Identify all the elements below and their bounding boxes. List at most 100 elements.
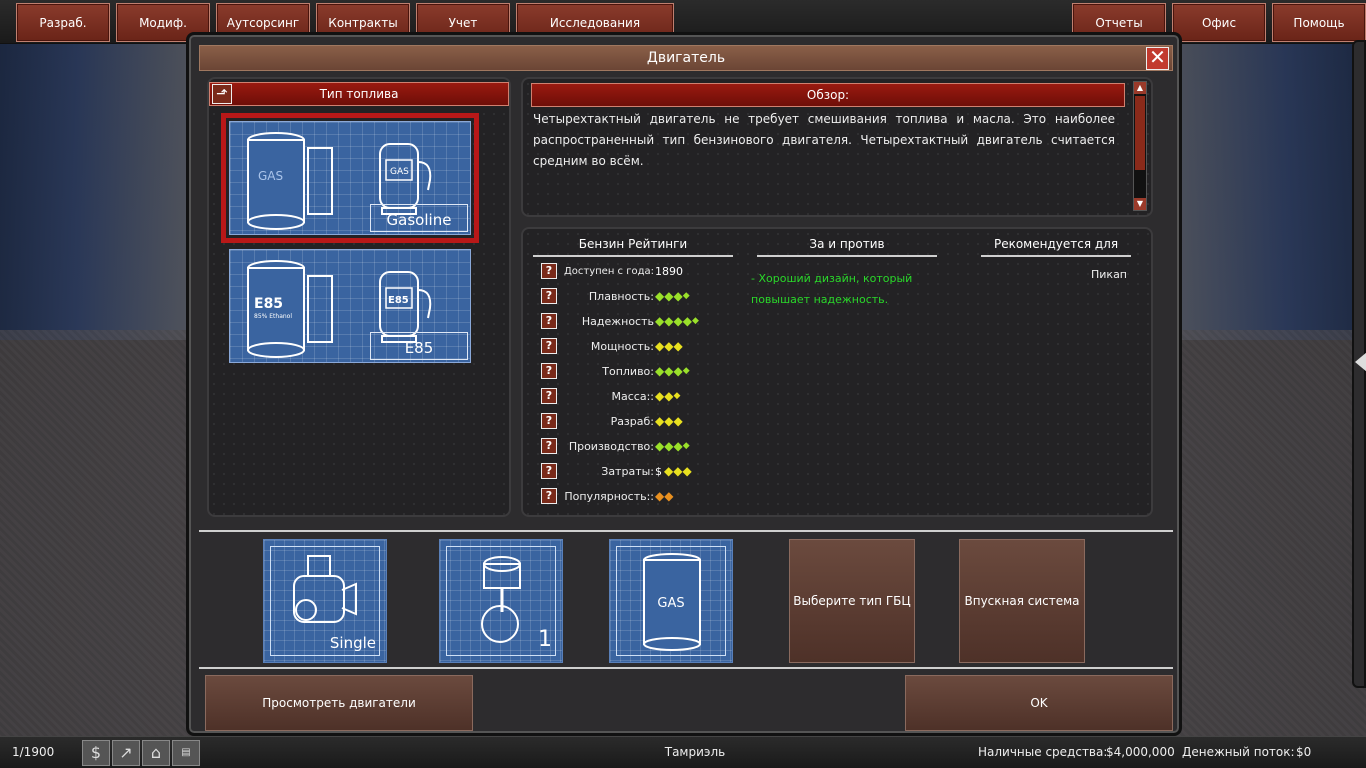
rating-value: $ ◆ ◆ ◆	[655, 464, 692, 478]
rating-label: Надежность	[581, 314, 654, 328]
help-question-icon[interactable]: ?	[541, 413, 557, 429]
bank-icon[interactable]: ⌂	[142, 740, 170, 766]
pros-cons-header: За и против	[757, 237, 937, 257]
ok-button[interactable]: OK	[905, 675, 1173, 731]
divider	[199, 530, 1173, 532]
star-icon: ◆	[664, 289, 673, 303]
rating-label: Доступен с года:	[563, 265, 654, 277]
rating-value: ◆ ◆ ◆ ◆	[655, 289, 690, 303]
half-star-icon: ◆	[682, 366, 690, 376]
cost-prefix: $	[655, 464, 662, 478]
svg-text:E85: E85	[254, 296, 283, 312]
cylinders-button[interactable]: 1	[439, 539, 563, 663]
rating-row: ? Масса:: ◆ ◆ ◆	[541, 386, 741, 406]
star-icon: ◆	[655, 339, 664, 353]
cashflow-label: Денежный поток:	[1182, 745, 1295, 759]
svg-text:GAS: GAS	[390, 167, 409, 177]
rating-value: ◆ ◆ ◆ ◆	[655, 364, 690, 378]
cylinders-label: 1	[538, 627, 552, 652]
location-name: Тамриэль	[664, 745, 726, 759]
fuel-option-e85[interactable]: E85 85% Ethanol E85 E85	[229, 249, 471, 363]
scroll-down-icon[interactable]: ▼	[1134, 198, 1146, 210]
help-question-icon[interactable]: ?	[541, 463, 557, 479]
game-date: 1/1900	[12, 745, 55, 759]
star-icon: ◆	[655, 289, 664, 303]
cash-label: Наличные средства:	[978, 745, 1108, 759]
help-question-icon[interactable]: ?	[541, 488, 557, 504]
star-icon: ◆	[664, 489, 673, 503]
star-icon: ◆	[673, 289, 682, 303]
rating-value: ◆ ◆	[655, 489, 674, 503]
fuel-option-label: Gasoline	[370, 204, 468, 232]
star-icon: ◆	[682, 314, 692, 328]
star-icon: ◆	[655, 414, 664, 428]
help-question-icon[interactable]: ?	[541, 363, 557, 379]
engine-layout-button[interactable]: Single	[263, 539, 387, 663]
status-bar: 1/1900 $ ↗ ⌂ ▤ Тамриэль Наличные средств…	[0, 736, 1366, 768]
star-icon: ◆	[655, 364, 664, 378]
engine-window: Двигатель ✕ ⬏ Тип топлива GAS GAS Gasoli…	[186, 32, 1182, 736]
rating-label: Производство:	[568, 439, 654, 453]
star-icon: ◆	[673, 364, 682, 378]
rating-value: ◆ ◆ ◆ ◆	[655, 439, 690, 453]
rating-value: ◆ ◆ ◆	[655, 389, 680, 403]
half-star-icon: ◆	[682, 441, 690, 451]
star-icon: ◆	[664, 389, 673, 403]
star-icon: ◆	[664, 464, 673, 478]
rating-label: Мощность:	[590, 339, 654, 353]
star-icon: ◆	[655, 314, 664, 328]
bill-icon[interactable]: ▤	[172, 740, 200, 766]
help-question-icon[interactable]: ?	[541, 263, 557, 279]
help-question-icon[interactable]: ?	[541, 438, 557, 454]
overview-scrollbar[interactable]: ▲ ▼	[1133, 81, 1147, 211]
available-year: 1890	[655, 264, 683, 278]
star-icon: ◆	[664, 314, 673, 328]
view-engines-button[interactable]: Просмотреть двигатели	[205, 675, 473, 731]
rating-row: ? Надежность ◆ ◆ ◆ ◆ ◆	[541, 311, 741, 331]
help-question-icon[interactable]: ?	[541, 288, 557, 304]
overview-text: Четырехтактный двигатель не требует смеш…	[533, 112, 1115, 168]
help-question-icon[interactable]: ?	[541, 338, 557, 354]
recommended-header: Рекомендуется для	[981, 237, 1131, 257]
star-icon: ◆	[655, 489, 664, 503]
star-icon: ◆	[673, 314, 682, 328]
star-icon: ◆	[682, 464, 691, 478]
help-question-icon[interactable]: ?	[541, 313, 557, 329]
ratings-header: Бензин Рейтинги	[533, 237, 733, 257]
rating-row: ? Популярность:: ◆ ◆	[541, 486, 741, 506]
rating-label: Затраты:	[601, 464, 654, 478]
fuel-type-label: GAS	[657, 596, 685, 611]
fuel-type-button[interactable]: GAS	[609, 539, 733, 663]
rating-value: ◆ ◆ ◆	[655, 414, 683, 428]
star-icon: ◆	[664, 364, 673, 378]
star-icon: ◆	[664, 439, 673, 453]
rating-row: ? Доступен с года: 1890	[541, 261, 741, 281]
help-question-icon[interactable]: ?	[541, 388, 557, 404]
background-wall-left	[0, 40, 190, 340]
rating-value: 1890	[655, 265, 683, 278]
star-icon: ◆	[664, 339, 673, 353]
side-panel-expand-icon[interactable]	[1355, 352, 1366, 372]
fuel-option-label: E85	[370, 332, 468, 360]
rating-row: ? Плавность: ◆ ◆ ◆ ◆	[541, 286, 741, 306]
background-wall-right	[1166, 40, 1366, 340]
menu-dev-button[interactable]: Разраб.	[16, 3, 110, 42]
fuel-type-title: Тип топлива	[319, 87, 399, 101]
scroll-thumb[interactable]	[1135, 96, 1145, 170]
svg-text:GAS: GAS	[258, 169, 283, 183]
fuel-option-gasoline[interactable]: GAS GAS Gasoline	[221, 113, 479, 243]
overview-header: Обзор:	[531, 83, 1125, 107]
back-arrow-icon[interactable]: ⬏	[212, 84, 232, 104]
side-panel-handle	[1352, 40, 1366, 688]
half-star-icon: ◆	[682, 291, 690, 301]
intake-system-button[interactable]: Впускная система	[959, 539, 1085, 663]
close-icon[interactable]: ✕	[1146, 47, 1169, 70]
cylinder-head-button[interactable]: Выберите тип ГБЦ	[789, 539, 915, 663]
rating-row: ? Разраб: ◆ ◆ ◆	[541, 411, 741, 431]
scroll-up-icon[interactable]: ▲	[1134, 82, 1146, 94]
menu-help-button[interactable]: Помощь	[1272, 3, 1366, 42]
dollar-icon[interactable]: $	[82, 740, 110, 766]
trend-icon[interactable]: ↗	[112, 740, 140, 766]
menu-office-button[interactable]: Офис	[1172, 3, 1266, 42]
star-icon: ◆	[673, 414, 682, 428]
